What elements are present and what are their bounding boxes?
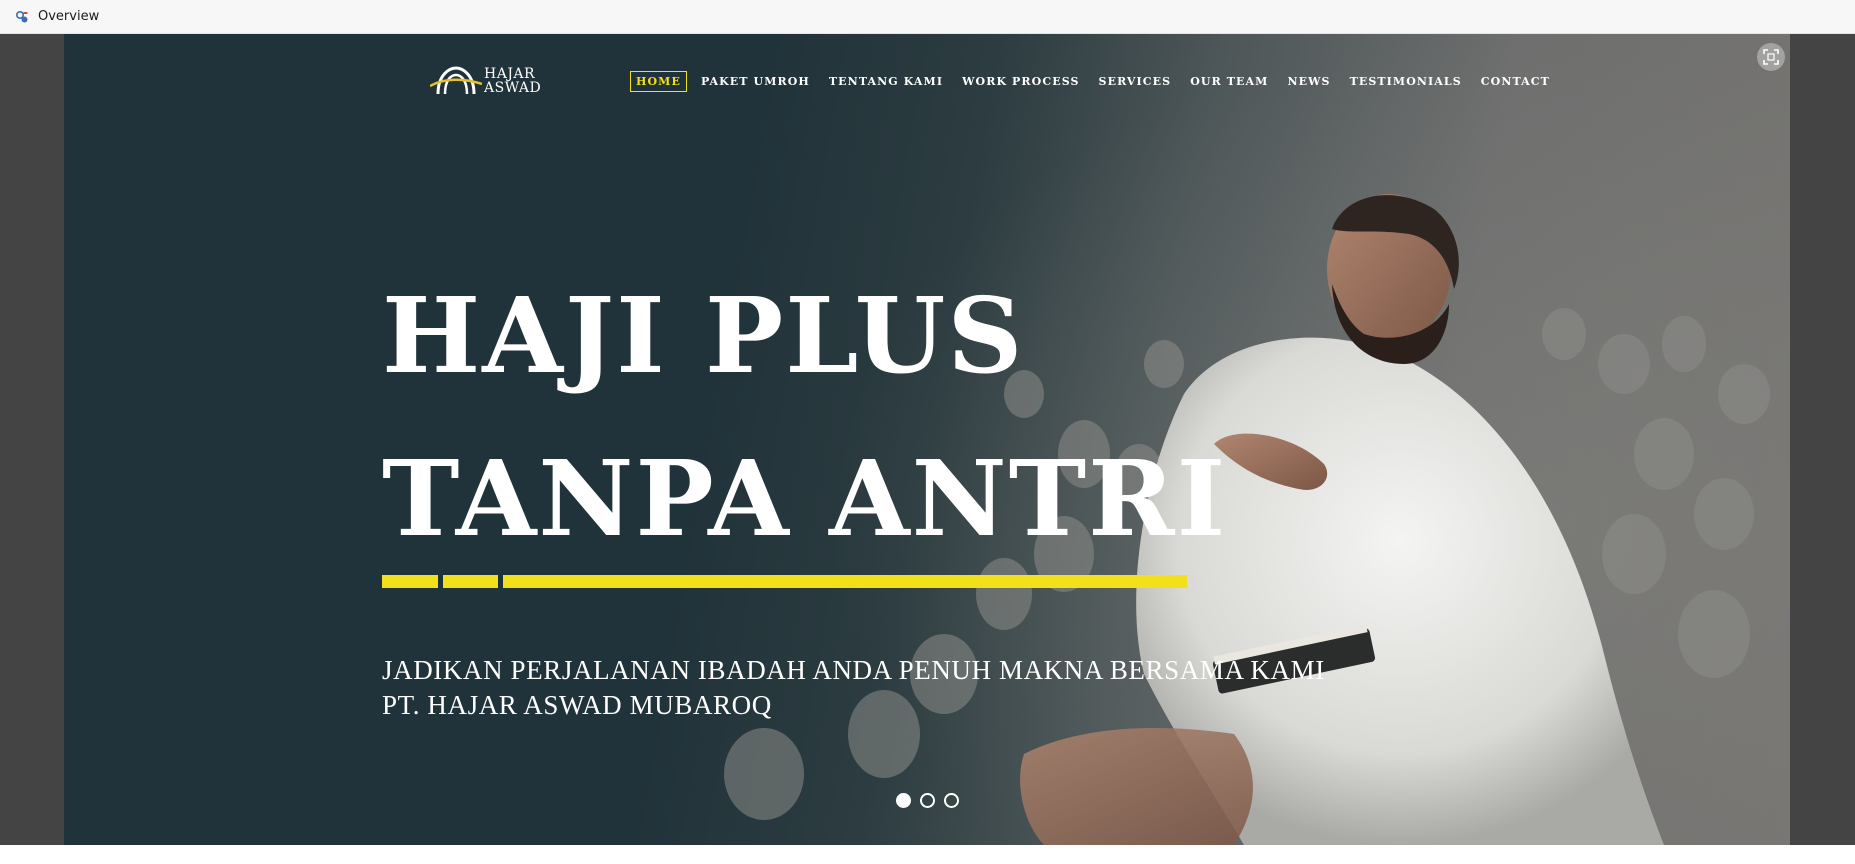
slider-dot-2[interactable] [920,793,935,808]
hero-subtitle-line2: PT. HAJAR ASWAD MUBAROQ [382,690,772,720]
window-titlebar: Overview [0,0,1855,34]
logo-line1: HAJAR [484,66,536,82]
nav-item-contact[interactable]: CONTACT [1476,72,1555,91]
fullscreen-icon [1763,49,1779,65]
viewer-bottom-strip [0,845,1855,864]
slider-pagination [896,793,968,808]
slider-dot-1[interactable] [896,793,911,808]
accent-bar-1 [382,575,438,588]
nav-item-tentang-kami[interactable]: TENTANG KAMI [824,72,948,91]
hero-title-line2: TANPA ANTRI [382,437,1228,560]
app-icon [14,9,30,25]
main-nav: HOME PAKET UMROH TENTANG KAMI WORK PROCE… [630,71,1564,92]
nav-item-our-team[interactable]: OUR TEAM [1185,72,1273,91]
logo-text: HAJAR ASWAD [484,67,541,95]
accent-bar-2 [443,575,498,588]
nav-item-services[interactable]: SERVICES [1094,72,1177,91]
site-logo[interactable]: HAJAR ASWAD [430,64,541,98]
logo-line2: ASWAD [484,80,542,96]
nav-item-work-process[interactable]: WORK PROCESS [957,72,1084,91]
slider-dot-3[interactable] [944,793,959,808]
nav-item-paket-umroh[interactable]: PAKET UMROH [696,72,815,91]
logo-arch-icon [430,66,482,95]
hero-subtitle-line1: JADIKAN PERJALANAN IBADAH ANDA PENUH MAK… [382,655,1325,685]
site-navbar: HAJAR ASWAD HOME PAKET UMROH TENTANG KAM… [64,34,1790,124]
nav-item-home[interactable]: HOME [630,71,687,92]
accent-bar-3 [503,575,1187,588]
website-page: HAJAR ASWAD HOME PAKET UMROH TENTANG KAM… [64,34,1790,845]
fullscreen-button[interactable] [1757,43,1785,71]
nav-item-testimonials[interactable]: TESTIMONIALS [1345,72,1467,91]
hero-title-line1: HAJI PLUS [382,274,1025,397]
window-title: Overview [38,9,100,24]
nav-item-news[interactable]: NEWS [1282,72,1335,91]
